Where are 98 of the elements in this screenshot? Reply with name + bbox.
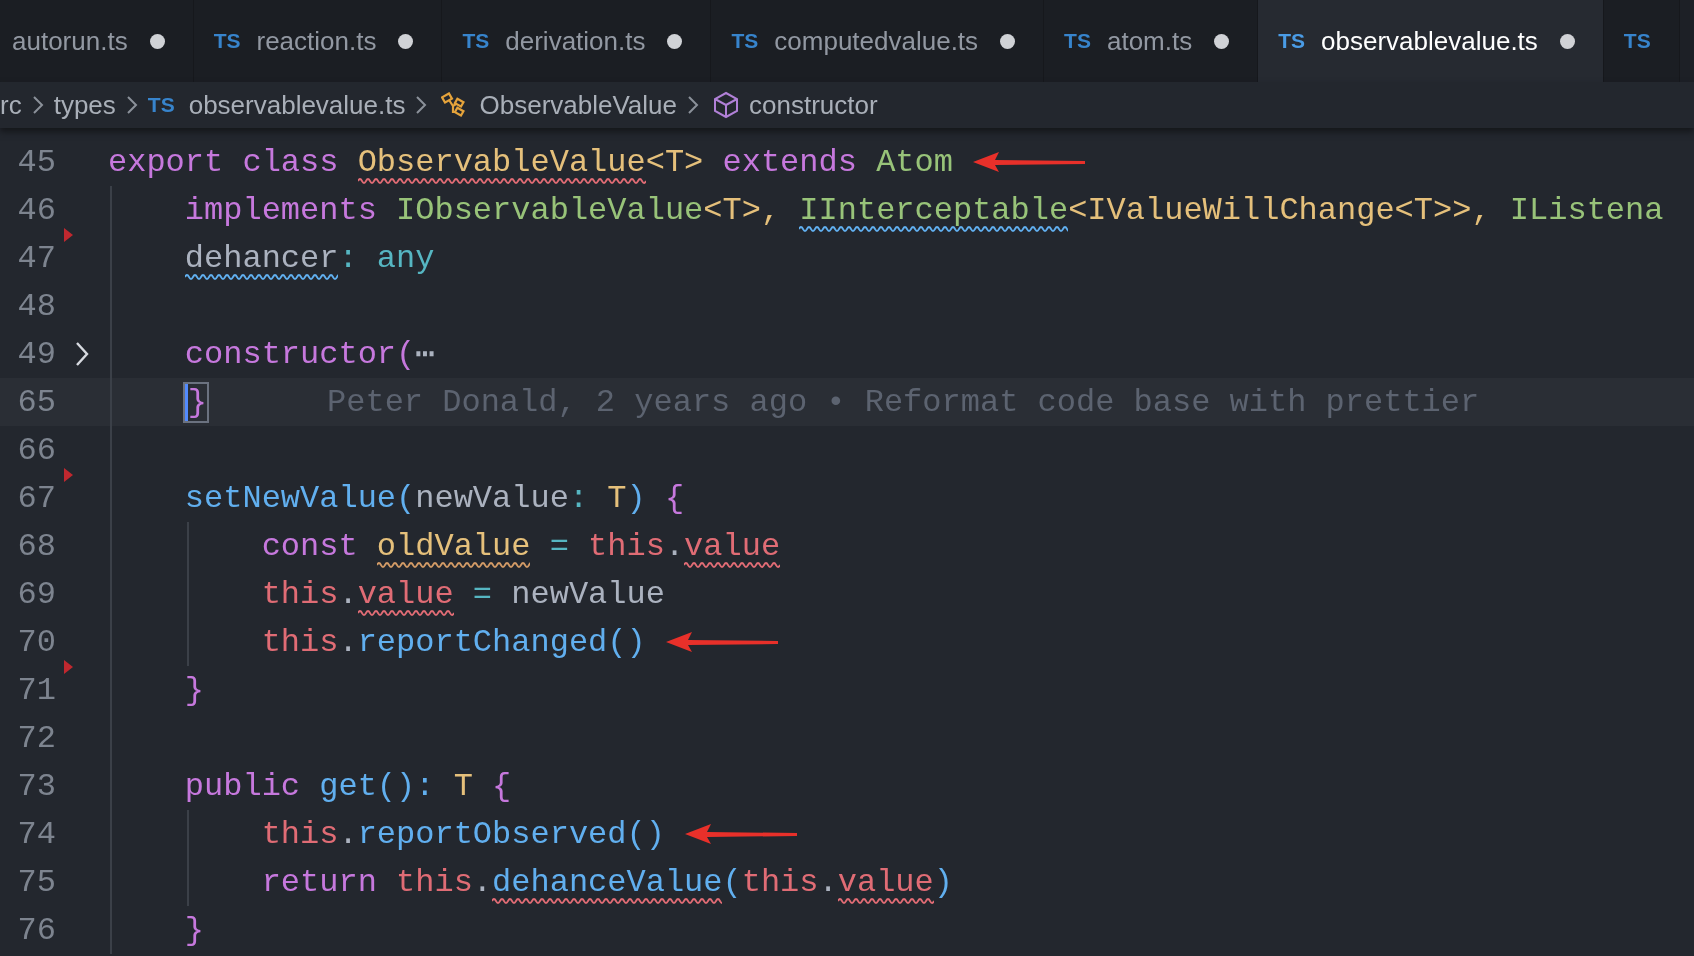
- code-token: this: [261, 575, 339, 613]
- code-token: return: [261, 863, 377, 901]
- breadcrumb-item[interactable]: types: [53, 89, 116, 121]
- typescript-file-icon: TS: [1064, 29, 1091, 53]
- chevron-right-icon: [125, 95, 138, 115]
- chevron-right-icon: [415, 95, 428, 115]
- code-token: extends: [722, 143, 857, 181]
- line-number: 73: [16, 767, 56, 805]
- code-token: T: [453, 767, 473, 805]
- folded-code-ellipsis[interactable]: ⋯: [415, 334, 435, 374]
- line-number: 71: [16, 671, 56, 709]
- line-number: 48: [16, 287, 56, 325]
- code-token: this: [261, 623, 339, 661]
- line-number: 69: [16, 575, 56, 613]
- code-token: Atom: [876, 143, 953, 181]
- typescript-file-icon: TS: [731, 29, 759, 53]
- code-token: }: [184, 671, 204, 709]
- code-token: {: [664, 479, 685, 517]
- git-blame-annotation: Peter Donald, 2 years ago • Reformat code base with prettier: [327, 383, 1480, 421]
- chevron-right-icon[interactable]: [74, 340, 90, 368]
- code-token: newValue: [415, 479, 569, 517]
- code-token: value: [357, 575, 454, 613]
- code-token: }: [184, 911, 204, 949]
- tab-label: reaction.ts: [256, 25, 377, 57]
- chevron-right-icon: [31, 95, 44, 115]
- line-number: 74: [16, 815, 56, 853]
- code-token: ObservableValue: [357, 143, 646, 181]
- line-number: 49: [16, 335, 56, 373]
- code-token: oldValue: [376, 527, 531, 565]
- code-token: ): [626, 479, 646, 517]
- code-token: T: [607, 479, 627, 517]
- code-token: =: [549, 527, 569, 565]
- tab-label: derivation.ts: [505, 25, 646, 57]
- line-number: 45: [16, 143, 56, 181]
- code-token: reportChanged(): [357, 623, 646, 661]
- code-token: {: [492, 767, 512, 805]
- typescript-file-icon: TS: [462, 29, 490, 53]
- code-token: .: [338, 575, 358, 613]
- code-token: :: [338, 239, 358, 277]
- tab-label: autorun.ts: [12, 25, 128, 57]
- code-token: value: [837, 863, 934, 901]
- code-token: value: [684, 527, 781, 565]
- tab-label: computedvalue.ts: [774, 25, 979, 57]
- code-token: <T>,: [703, 191, 781, 229]
- code-token: =: [472, 575, 493, 613]
- typescript-file-icon: TS: [213, 29, 241, 53]
- typescript-file-icon: TS: [1623, 29, 1651, 53]
- line-number: 75: [16, 863, 56, 901]
- code-token: .: [664, 527, 685, 565]
- code-token: ): [933, 863, 953, 901]
- line-number: 65: [16, 383, 56, 421]
- code-token: :: [568, 479, 589, 517]
- cube-icon: [713, 91, 739, 119]
- code-token: this: [588, 527, 665, 565]
- chevron-right-icon: [687, 95, 699, 115]
- code-token: this: [261, 815, 339, 853]
- code-token: IObservableValue: [396, 191, 704, 229]
- code-token: }: [184, 383, 207, 421]
- line-number: 46: [16, 191, 56, 229]
- code-token: .: [818, 863, 838, 901]
- code-token: newValue: [511, 575, 665, 613]
- breadcrumb-item[interactable]: observablevalue.ts: [188, 89, 406, 121]
- code-token: dehancer: [184, 239, 339, 277]
- line-number: 68: [16, 527, 56, 565]
- line-number: 70: [16, 623, 56, 661]
- code-token: this: [396, 863, 473, 901]
- breadcrumb-item[interactable]: constructor: [749, 89, 878, 121]
- code-token: <T>: [645, 143, 704, 181]
- code-token: <IValueWillChange<T>>,: [1068, 191, 1491, 229]
- code-token: any: [376, 239, 435, 277]
- typescript-file-icon: TS: [147, 93, 175, 117]
- line-number: 47: [16, 239, 56, 277]
- code-token: IInterceptable: [799, 191, 1069, 229]
- breadcrumb-item[interactable]: rc: [0, 89, 22, 121]
- code-token: .: [338, 623, 358, 661]
- line-number: 72: [16, 719, 56, 757]
- code-token: reportObserved(): [357, 815, 665, 853]
- line-number: 66: [16, 431, 56, 469]
- code-token: dehanceValue: [492, 863, 723, 901]
- breadcrumb-item[interactable]: ObservableValue: [479, 89, 677, 121]
- code-token: public: [184, 767, 301, 805]
- code-token: implements: [184, 191, 377, 229]
- code-token: const: [261, 527, 358, 565]
- code-token: constructor(: [184, 335, 416, 373]
- line-number: 76: [16, 911, 56, 949]
- code-token: this: [741, 863, 819, 901]
- code-token: IListena: [1509, 191, 1664, 229]
- line-number: 67: [16, 479, 56, 517]
- code-token: get():: [319, 767, 435, 805]
- code-token: (: [722, 863, 742, 901]
- tab-label: observablevalue.ts: [1321, 25, 1538, 57]
- code-token: setNewValue(: [184, 479, 416, 517]
- code-token: .: [472, 863, 493, 901]
- code-token: .: [338, 815, 358, 853]
- code-token: export class: [108, 143, 339, 181]
- typescript-file-icon: TS: [1278, 29, 1306, 53]
- editor-tab[interactable]: TS observablevalue.ts: [1258, 0, 1604, 82]
- tab-label: atom.ts: [1106, 25, 1193, 57]
